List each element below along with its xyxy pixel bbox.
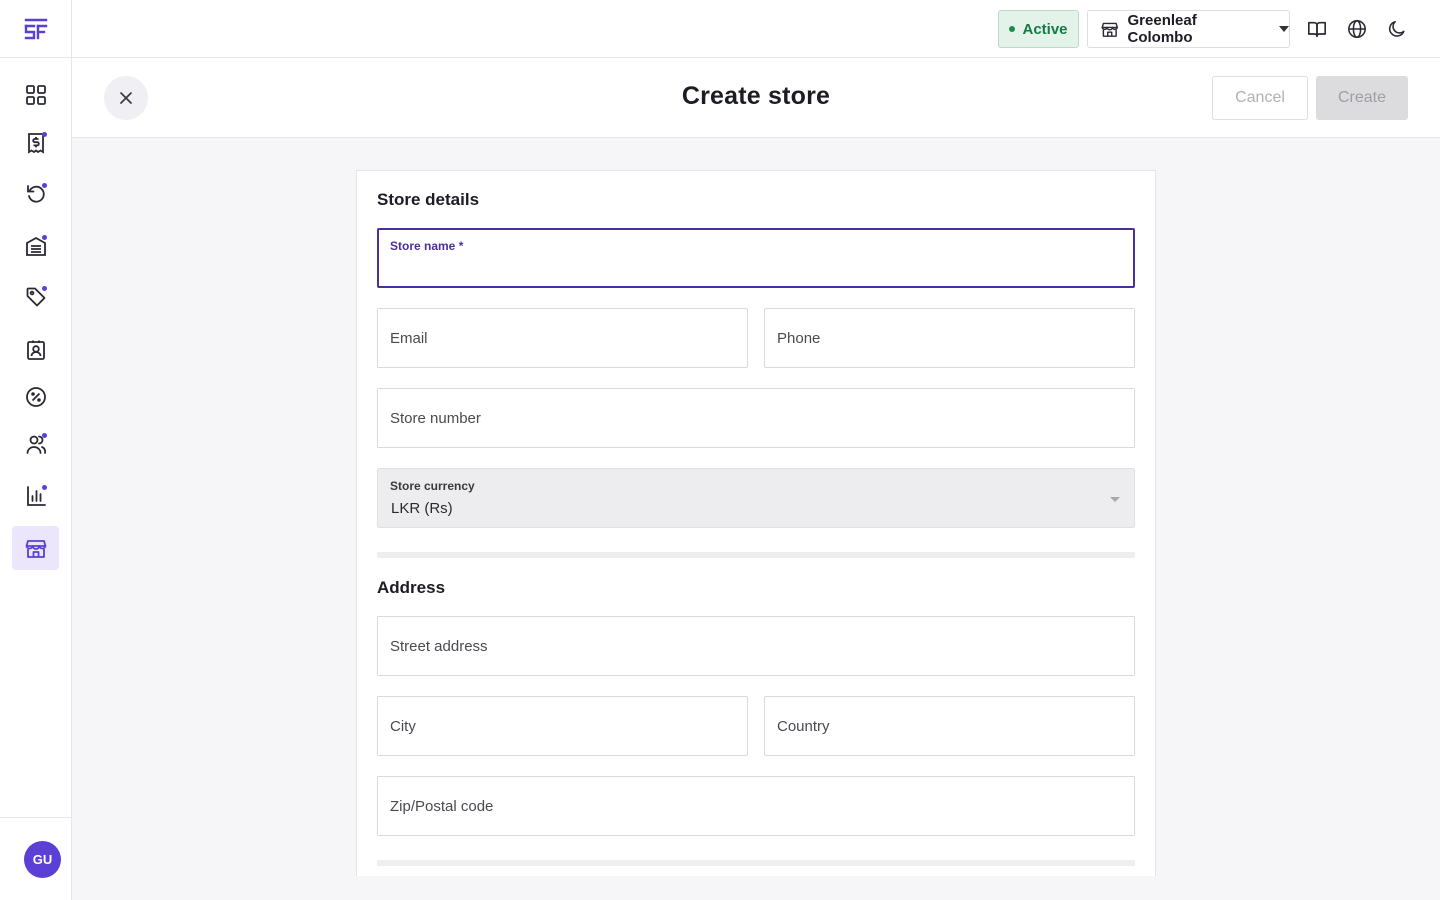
close-icon [120, 92, 132, 104]
phone-field[interactable]: Phone [764, 308, 1135, 368]
status-label: Active [1022, 20, 1068, 38]
notification-dot [42, 183, 47, 188]
book-icon [1308, 21, 1326, 38]
avatar[interactable]: GU [24, 841, 61, 878]
section-divider [377, 860, 1135, 866]
section-divider [377, 552, 1135, 558]
sidebar-item-contacts[interactable] [12, 328, 59, 372]
moon-icon [1389, 20, 1405, 37]
docs-button[interactable] [1303, 15, 1331, 43]
grid-icon [25, 85, 46, 105]
store-currency-select: Store currency LKR (Rs) [377, 468, 1135, 528]
top-bar: Active Greenleaf Colombo [72, 0, 1440, 58]
notification-dot [42, 132, 47, 137]
zip-code-placeholder: Zip/Postal code [390, 798, 494, 815]
store-selector-label: Greenleaf Colombo [1127, 12, 1197, 46]
notification-dot [42, 433, 47, 438]
section-title-store-details: Store details [377, 190, 480, 209]
sidebar-item-stores[interactable] [12, 526, 59, 570]
store-selector[interactable]: Greenleaf Colombo [1087, 10, 1290, 48]
section-title-address: Address [377, 578, 446, 597]
sidebar-item-sales[interactable] [12, 121, 59, 165]
country-placeholder: Country [777, 718, 830, 735]
sidebar-item-dashboard[interactable] [12, 73, 59, 117]
globe-icon [1348, 20, 1366, 38]
sidebar-footer: GU [0, 817, 71, 900]
store-currency-label: Store currency [390, 479, 475, 493]
close-button[interactable] [104, 76, 148, 120]
sidebar-item-products[interactable] [12, 275, 59, 319]
country-field[interactable]: Country [764, 696, 1135, 756]
email-field[interactable]: Email [377, 308, 748, 368]
create-store-form: Store details Store name * Email Phone S… [356, 170, 1156, 876]
sidebar-item-returns[interactable] [12, 172, 59, 216]
store-name-field[interactable]: Store name * [377, 228, 1135, 288]
logo-icon [24, 18, 47, 39]
theme-toggle[interactable] [1383, 15, 1411, 43]
notification-dot [42, 286, 47, 291]
store-name-label: Store name * [390, 239, 464, 253]
sidebar-item-users[interactable] [12, 422, 59, 466]
store-currency-value: LKR (Rs) [391, 500, 453, 517]
app-logo[interactable] [0, 0, 71, 58]
percent-badge-icon [25, 387, 46, 407]
phone-placeholder: Phone [777, 330, 821, 347]
city-placeholder: City [390, 718, 416, 735]
notification-dot [42, 235, 47, 240]
zip-code-field[interactable]: Zip/Postal code [377, 776, 1135, 836]
street-address-placeholder: Street address [390, 638, 488, 655]
page-header: Create store Cancel Create [72, 58, 1440, 138]
create-button[interactable]: Create [1316, 76, 1408, 120]
sidebar-item-reports[interactable] [12, 474, 59, 518]
store-icon [25, 540, 46, 558]
status-badge: Active [998, 10, 1079, 48]
notification-dot [42, 485, 47, 490]
language-button[interactable] [1343, 15, 1371, 43]
contact-card-icon [26, 340, 45, 360]
street-address-field[interactable]: Street address [377, 616, 1135, 676]
store-icon [1101, 22, 1119, 37]
city-field[interactable]: City [377, 696, 748, 756]
cancel-button[interactable]: Cancel [1212, 76, 1308, 120]
sidebar-item-inventory[interactable] [12, 224, 59, 268]
email-placeholder: Email [390, 330, 428, 347]
status-dot [1009, 26, 1016, 32]
chevron-down-icon [1279, 26, 1289, 32]
store-number-placeholder: Store number [390, 410, 481, 427]
store-number-field[interactable]: Store number [377, 388, 1135, 448]
sidebar: GU [0, 0, 72, 900]
chevron-down-icon [1110, 497, 1120, 502]
sidebar-item-discounts[interactable] [12, 375, 59, 419]
